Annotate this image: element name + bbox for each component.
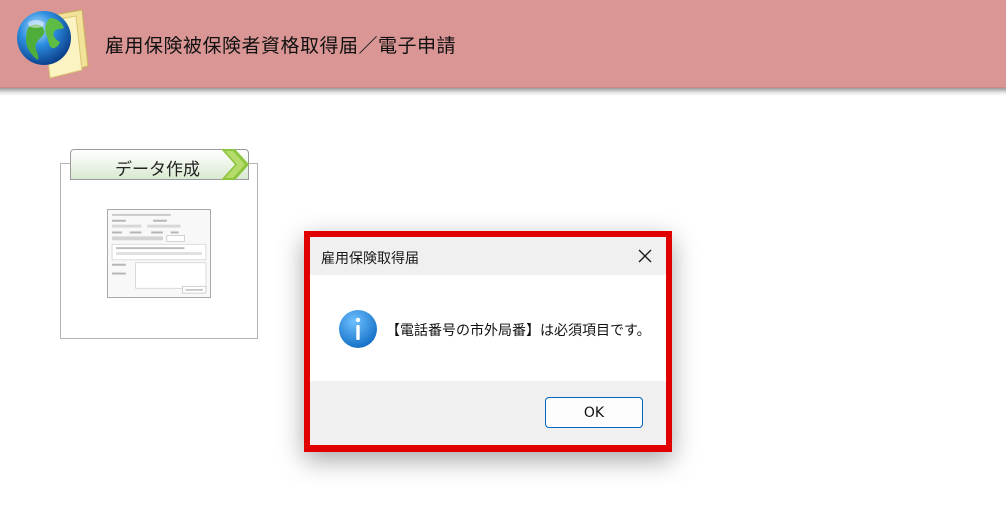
data-creation-label: データ作成 [115,160,200,180]
dialog-body: 【電話番号の市外局番】は必須項目です。 [310,275,666,381]
app-window: 雇用保険被保険者資格取得届／電子申請 データ作成 雇用保険取得届 【電話番号の市… [0,0,1006,507]
info-icon [339,310,377,348]
page-title: 雇用保険被保険者資格取得届／電子申請 [105,35,457,57]
chevron-right-icon [221,149,249,180]
header-divider [0,88,1006,96]
alert-dialog: 雇用保険取得届 【電話番号の市外局番】は必須項目です。 OK [310,237,666,445]
form-preview-thumbnail[interactable] [107,209,211,298]
ok-button[interactable]: OK [545,397,643,428]
dialog-title: 雇用保険取得届 [321,251,419,267]
close-icon[interactable] [630,241,660,271]
globe-document-icon [17,9,89,79]
data-creation-tab[interactable]: データ作成 [70,149,249,180]
header-banner: 雇用保険被保険者資格取得届／電子申請 [0,0,1006,88]
dialog-titlebar[interactable]: 雇用保険取得届 [310,237,666,275]
dialog-footer: OK [310,381,666,445]
dialog-message: 【電話番号の市外局番】は必須項目です。 [386,323,651,339]
